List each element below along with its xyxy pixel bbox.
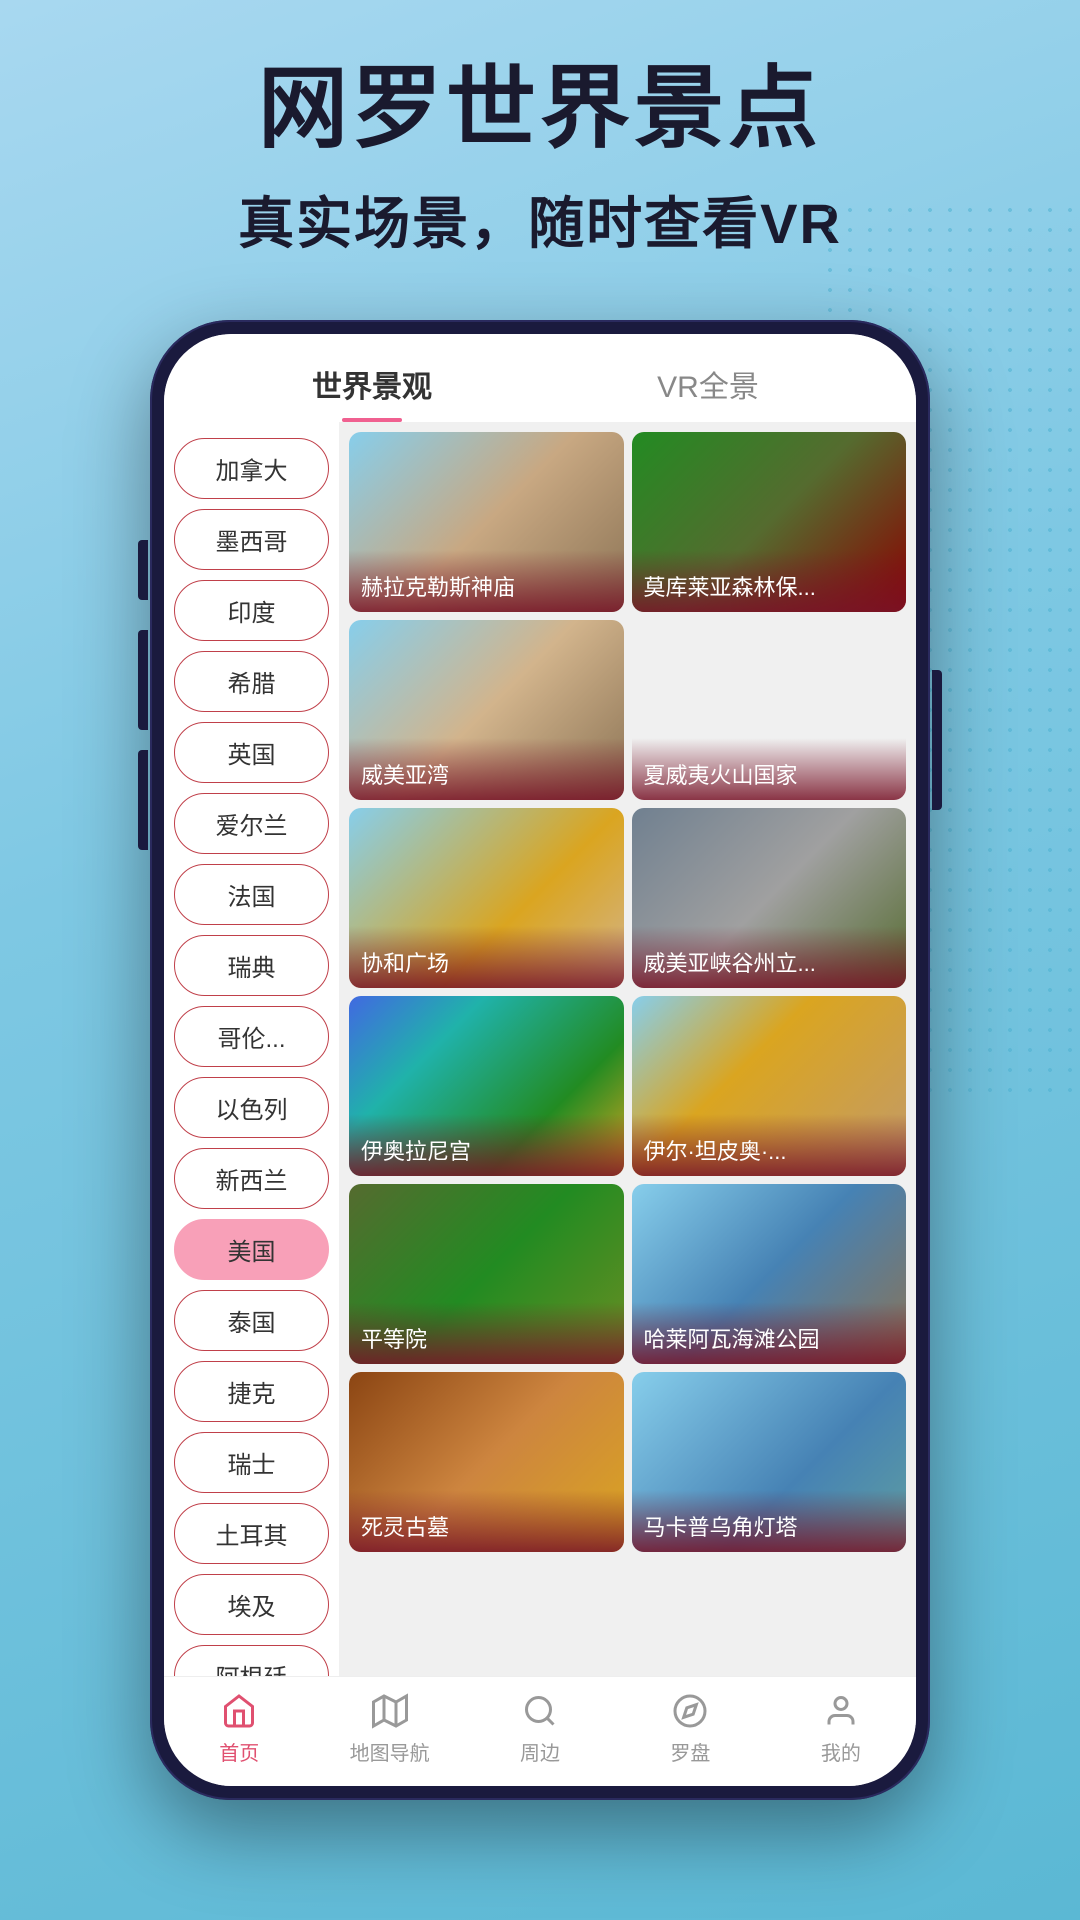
country-item[interactable]: 土耳其 bbox=[174, 1503, 329, 1564]
nav-label: 首页 bbox=[219, 1737, 259, 1766]
attraction-label: 伊奥拉尼宫 bbox=[349, 1114, 624, 1176]
attraction-label: 赫拉克勒斯神庙 bbox=[349, 550, 624, 612]
attraction-card[interactable]: 威美亚湾 bbox=[349, 620, 624, 800]
country-item[interactable]: 加拿大 bbox=[174, 438, 329, 499]
nav-label: 罗盘 bbox=[670, 1737, 710, 1766]
country-item[interactable]: 瑞典 bbox=[174, 935, 329, 996]
nav-label: 我的 bbox=[821, 1737, 861, 1766]
attraction-card[interactable]: 莫库莱亚森林保... bbox=[632, 432, 907, 612]
attraction-card[interactable]: 赫拉克勒斯神庙 bbox=[349, 432, 624, 612]
country-list: 加拿大墨西哥印度希腊英国爱尔兰法国瑞典哥伦... 以色列新西兰美国泰国捷克瑞士土耳… bbox=[164, 422, 339, 1676]
nav-item-home[interactable]: 首页 bbox=[164, 1689, 314, 1766]
compass-icon bbox=[668, 1689, 712, 1733]
content-area: 加拿大墨西哥印度希腊英国爱尔兰法国瑞典哥伦... 以色列新西兰美国泰国捷克瑞士土耳… bbox=[164, 422, 916, 1676]
phone-screen: 世界景观 VR全景 加拿大墨西哥印度希腊英国爱尔兰法国瑞典哥伦... 以色列新西兰… bbox=[164, 334, 916, 1786]
attraction-card[interactable]: 死灵古墓 bbox=[349, 1372, 624, 1552]
country-item[interactable]: 英国 bbox=[174, 722, 329, 783]
attraction-card[interactable]: 马卡普乌角灯塔 bbox=[632, 1372, 907, 1552]
user-icon bbox=[819, 1689, 863, 1733]
search-icon bbox=[518, 1689, 562, 1733]
country-item[interactable]: 阿根廷 bbox=[174, 1645, 329, 1676]
phone-button-right bbox=[932, 670, 942, 810]
attraction-label: 威美亚峡谷州立... bbox=[632, 926, 907, 988]
attraction-label: 平等院 bbox=[349, 1302, 624, 1364]
attraction-card[interactable]: 夏威夷火山国家 bbox=[632, 620, 907, 800]
attractions-grid: 赫拉克勒斯神庙莫库莱亚森林保... 威美亚湾夏威夷火山国家协和广场威美亚峡谷州立.… bbox=[339, 422, 916, 1676]
country-item[interactable]: 新西兰 bbox=[174, 1148, 329, 1209]
attraction-label: 死灵古墓 bbox=[349, 1490, 624, 1552]
tab-world-scenery[interactable]: 世界景观 bbox=[204, 362, 540, 422]
map-icon bbox=[368, 1689, 412, 1733]
nav-item-search[interactable]: 周边 bbox=[465, 1689, 615, 1766]
tabs-row: 世界景观 VR全景 bbox=[164, 334, 916, 422]
nav-item-compass[interactable]: 罗盘 bbox=[615, 1689, 765, 1766]
country-item[interactable]: 希腊 bbox=[174, 651, 329, 712]
bottom-nav: 首页 地图导航 周边 罗盘 我的 bbox=[164, 1676, 916, 1786]
attraction-card[interactable]: 伊奥拉尼宫 bbox=[349, 996, 624, 1176]
attraction-card[interactable]: 哈莱阿瓦海滩公园 bbox=[632, 1184, 907, 1364]
attraction-card[interactable]: 平等院 bbox=[349, 1184, 624, 1364]
country-item[interactable]: 法国 bbox=[174, 864, 329, 925]
country-item[interactable]: 捷克 bbox=[174, 1361, 329, 1422]
main-title: 网罗世界景点 bbox=[0, 60, 1080, 159]
nav-label: 周边 bbox=[520, 1737, 560, 1766]
nav-item-user[interactable]: 我的 bbox=[766, 1689, 916, 1766]
phone-button-left2 bbox=[138, 630, 148, 730]
home-icon bbox=[217, 1689, 261, 1733]
phone-mockup: 世界景观 VR全景 加拿大墨西哥印度希腊英国爱尔兰法国瑞典哥伦... 以色列新西兰… bbox=[150, 320, 930, 1800]
nav-item-map[interactable]: 地图导航 bbox=[314, 1689, 464, 1766]
phone-button-left1 bbox=[138, 540, 148, 600]
country-item[interactable]: 泰国 bbox=[174, 1290, 329, 1351]
attraction-card[interactable]: 伊尔·坦皮奥·... bbox=[632, 996, 907, 1176]
country-item[interactable]: 以色列 bbox=[174, 1077, 329, 1138]
nav-label: 地图导航 bbox=[350, 1737, 430, 1766]
tab-vr-panorama[interactable]: VR全景 bbox=[540, 362, 876, 422]
attraction-card[interactable]: 协和广场 bbox=[349, 808, 624, 988]
country-item[interactable]: 瑞士 bbox=[174, 1432, 329, 1493]
attraction-card[interactable]: 威美亚峡谷州立... bbox=[632, 808, 907, 988]
attraction-label: 莫库莱亚森林保... bbox=[632, 550, 907, 612]
country-item[interactable]: 哥伦... bbox=[174, 1006, 329, 1067]
attraction-label: 协和广场 bbox=[349, 926, 624, 988]
attraction-label: 夏威夷火山国家 bbox=[632, 738, 907, 800]
phone-frame: 世界景观 VR全景 加拿大墨西哥印度希腊英国爱尔兰法国瑞典哥伦... 以色列新西兰… bbox=[150, 320, 930, 1800]
country-item[interactable]: 美国 bbox=[174, 1219, 329, 1280]
phone-button-left3 bbox=[138, 750, 148, 850]
country-item[interactable]: 墨西哥 bbox=[174, 509, 329, 570]
country-item[interactable]: 爱尔兰 bbox=[174, 793, 329, 854]
attraction-label: 马卡普乌角灯塔 bbox=[632, 1490, 907, 1552]
country-item[interactable]: 埃及 bbox=[174, 1574, 329, 1635]
attraction-label: 哈莱阿瓦海滩公园 bbox=[632, 1302, 907, 1364]
attraction-label: 伊尔·坦皮奥·... bbox=[632, 1114, 907, 1176]
country-item[interactable]: 印度 bbox=[174, 580, 329, 641]
attraction-label: 威美亚湾 bbox=[349, 738, 624, 800]
